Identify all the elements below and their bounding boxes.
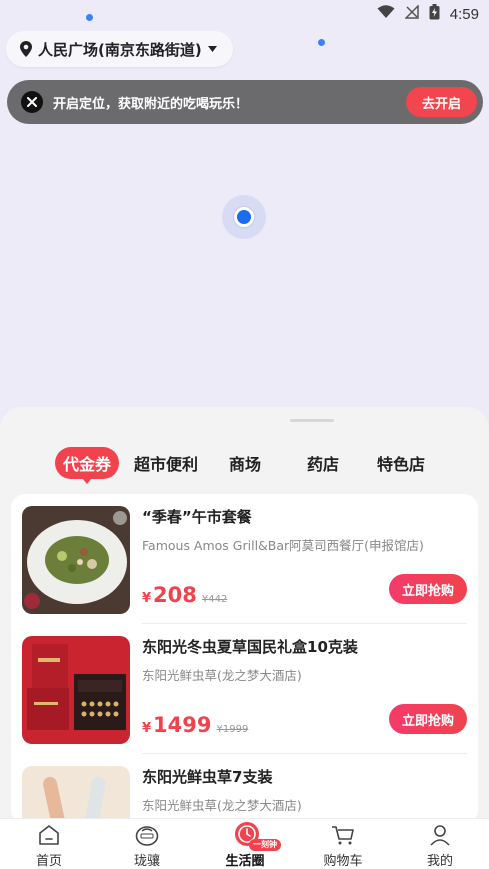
cart-icon (331, 824, 355, 846)
current-location-dot (234, 207, 254, 227)
user-icon (429, 824, 451, 846)
location-pin-icon (20, 41, 32, 57)
nav-life-circle[interactable]: 一刻钟 生活圈 (205, 819, 285, 869)
item-title: 东阳光鲜虫草7支装 (142, 768, 273, 786)
item-price: ¥ 1499 ¥1999 (142, 713, 248, 737)
nav-profile[interactable]: 我的 (400, 819, 480, 869)
wifi-icon (377, 5, 395, 23)
list-item[interactable]: 东阳光鲜虫草7支装 东阳光鲜虫草(龙之梦大酒店) (11, 754, 478, 824)
caret-down-icon (207, 46, 217, 52)
nav-bag[interactable]: 珑骧 (107, 819, 187, 869)
nav-label: 首页 (35, 854, 62, 869)
item-title: “季春”午市套餐 (142, 508, 252, 526)
bottom-navigation: 首页 珑骧 一刻钟 生活圈 购物车 我的 (0, 818, 489, 869)
bag-icon (135, 824, 159, 846)
tab-pharmacy[interactable]: 药店 (307, 447, 339, 479)
original-price: ¥442 (201, 594, 228, 605)
clock-icon: 一刻钟 (205, 822, 285, 851)
product-list: “季春”午市套餐 Famous Amos Grill&Bar阿莫司西餐厅(申报馆… (11, 494, 478, 824)
nav-home[interactable]: 首页 (9, 819, 89, 869)
salad-image (22, 506, 130, 614)
list-item[interactable]: 东阳光冬虫夏草国民礼盒10克装 东阳光鲜虫草(龙之梦大酒店) ¥ 1499 ¥1… (11, 624, 478, 754)
nav-label: 珑骧 (133, 854, 160, 869)
nav-cart[interactable]: 购物车 (303, 819, 383, 869)
tab-specialty-store[interactable]: 特色店 (377, 447, 425, 479)
price-value: 208 (153, 583, 197, 607)
item-price: ¥ 208 ¥442 (142, 583, 227, 607)
map-marker-dot (318, 39, 325, 46)
buy-now-button[interactable]: 立即抢购 (389, 704, 467, 734)
battery-charging-icon (429, 4, 440, 24)
currency-symbol: ¥ (142, 591, 152, 606)
gift-box-image (22, 636, 130, 744)
buy-now-button[interactable]: 立即抢购 (389, 574, 467, 604)
nav-label: 购物车 (323, 854, 363, 869)
current-location-marker (222, 195, 266, 239)
drag-handle[interactable] (290, 419, 334, 422)
price-value: 1499 (153, 713, 212, 737)
category-tabs: 代金券 超市便利 商场 药店 特色店 (0, 447, 489, 484)
location-permission-banner: 开启定位，获取附近的吃喝玩乐！ 去开启 (7, 80, 483, 124)
item-title: 东阳光冬虫夏草国民礼盒10克装 (142, 638, 358, 656)
enable-location-button[interactable]: 去开启 (405, 87, 477, 117)
tab-mall[interactable]: 商场 (229, 447, 261, 479)
no-signal-icon (403, 4, 419, 23)
quarter-hour-tag: 一刻钟 (249, 839, 281, 851)
bottom-sheet: 代金券 超市便利 商场 药店 特色店 “季春”午市套餐 Famous Amos … (0, 407, 489, 869)
tab-supermarket[interactable]: 超市便利 (134, 447, 198, 479)
home-icon (38, 824, 60, 846)
tab-vouchers[interactable]: 代金券 (55, 447, 120, 484)
currency-symbol: ¥ (142, 721, 152, 736)
nav-label: 我的 (426, 854, 453, 869)
original-price: ¥1999 (216, 724, 249, 735)
banner-text: 开启定位，获取附近的吃喝玩乐！ (53, 96, 249, 112)
list-item[interactable]: “季春”午市套餐 Famous Amos Grill&Bar阿莫司西餐厅(申报馆… (11, 494, 478, 624)
location-selector[interactable]: 人民广场(南京东路街道) (6, 31, 233, 67)
location-name: 人民广场(南京东路街道) (38, 40, 202, 59)
item-shop: 东阳光鲜虫草(龙之梦大酒店) (142, 668, 302, 683)
close-icon[interactable] (21, 91, 43, 113)
item-shop: 东阳光鲜虫草(龙之梦大酒店) (142, 798, 302, 813)
cordyceps-image (22, 766, 130, 824)
status-bar: 4:59 (0, 0, 489, 28)
status-time: 4:59 (449, 5, 479, 23)
nav-label: 生活圈 (225, 854, 265, 869)
item-shop: Famous Amos Grill&Bar阿莫司西餐厅(申报馆店) (142, 538, 424, 553)
